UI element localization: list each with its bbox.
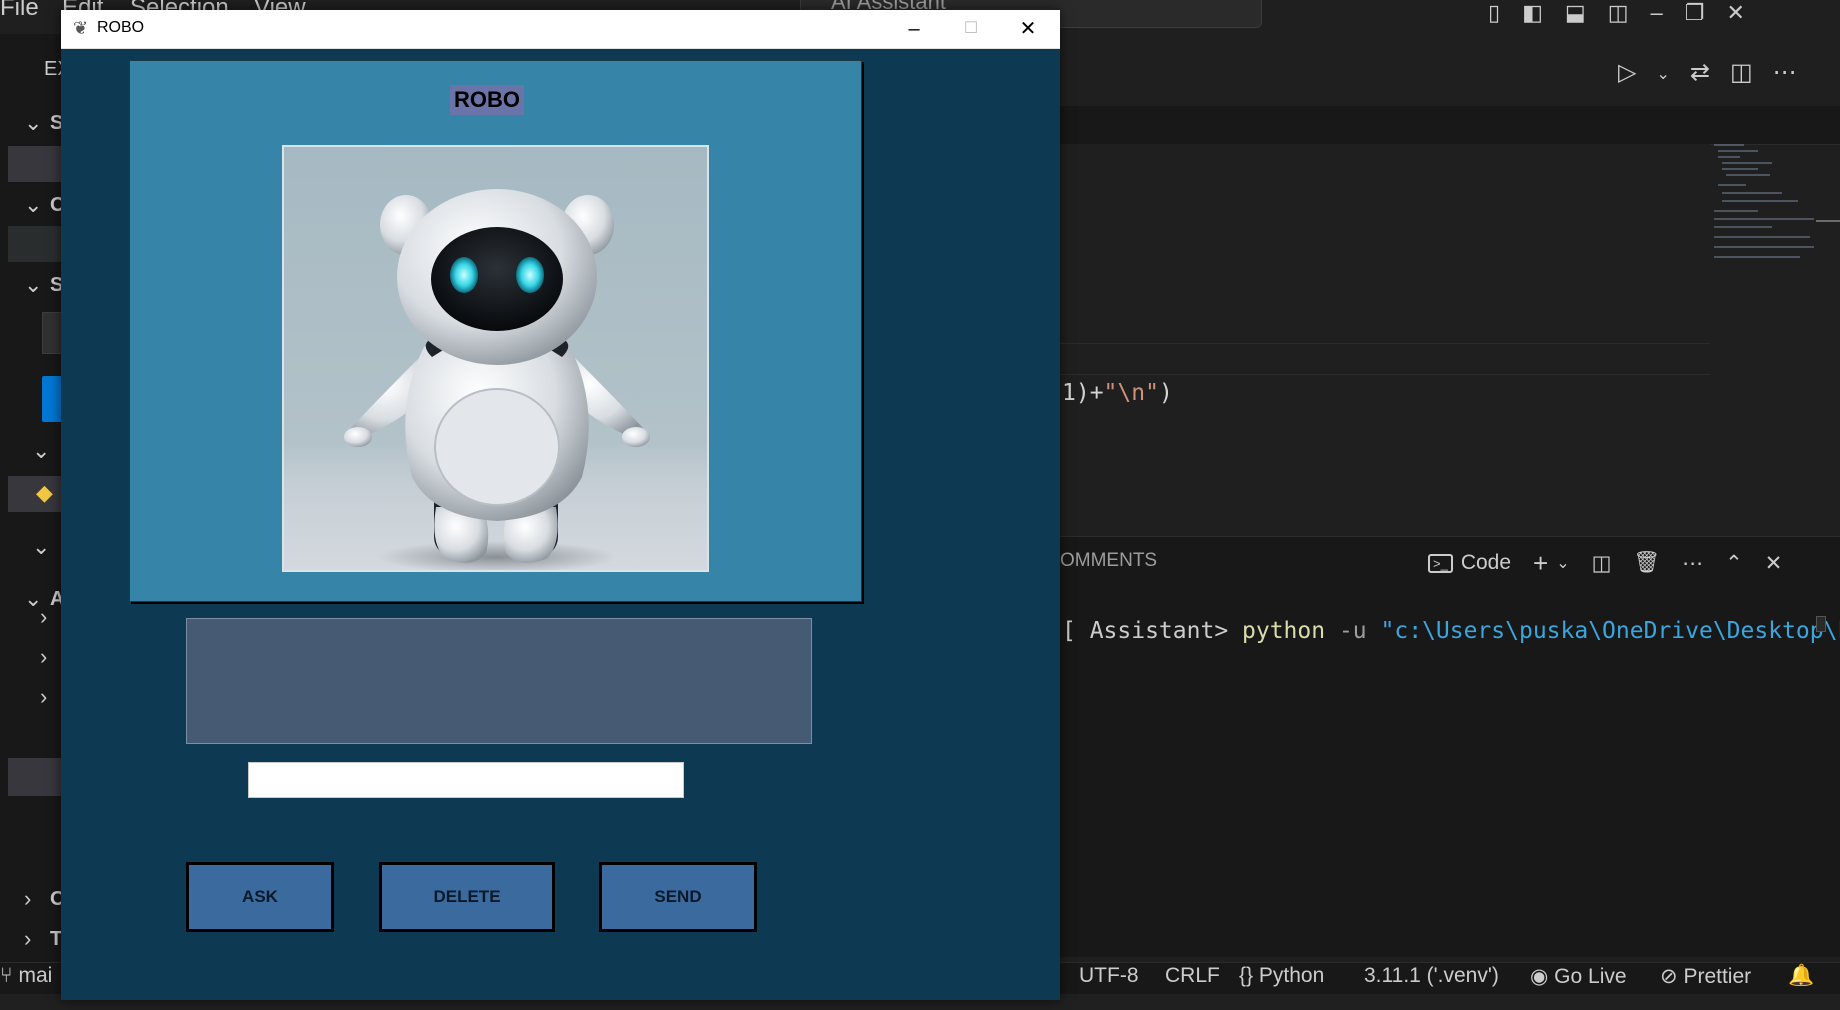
status-language[interactable]: {} Python [1239, 964, 1324, 988]
minimize-button[interactable]: – [891, 14, 937, 44]
panel-toolbar: >_ Code + ⌄ ◫ 🗑 ⋯ ⌃ ✕ [1428, 548, 1782, 578]
robo-window: ❦ ROBO – ☐ ✕ ROBO ASK DELETE SEND [61, 10, 1060, 1000]
code-text: 1)+ [1062, 380, 1104, 406]
terminal-profile-button[interactable]: >_ Code [1428, 551, 1511, 575]
feather-icon: ❦ [73, 18, 89, 38]
trash-icon[interactable]: 🗑 [1633, 551, 1660, 575]
bottom-panel [1060, 536, 1840, 957]
terminal-path: "c:\Users\puska\OneDrive\Desktop\Li [1380, 618, 1840, 644]
broadcast-icon: ◉ [1530, 965, 1549, 988]
delete-button-label: DELETE [433, 887, 501, 906]
chevron-down-icon[interactable]: ⌄ [32, 534, 50, 560]
selected-item[interactable] [8, 146, 68, 182]
python-file-icon: ◆ [36, 480, 53, 505]
editor-rule [1060, 374, 1710, 375]
braces-icon: {} [1239, 964, 1254, 987]
ask-button[interactable]: ASK [186, 862, 334, 932]
delete-button[interactable]: DELETE [379, 862, 555, 932]
chevron-down-icon[interactable]: ⌄ [24, 272, 42, 298]
terminal-icon: >_ [1428, 553, 1453, 573]
prohibited-icon: ⊘ [1660, 965, 1678, 988]
split-editor-icon[interactable]: ◫ [1730, 58, 1753, 87]
robot-image [282, 145, 709, 572]
send-button-label: SEND [654, 887, 702, 906]
chevron-right-icon[interactable]: › [40, 604, 47, 630]
terminal-profile-label: Code [1460, 551, 1512, 574]
editor-rule [1060, 343, 1710, 344]
scrollbar-marker[interactable] [1816, 220, 1840, 222]
chevron-right-icon[interactable]: › [24, 926, 31, 952]
run-icon[interactable]: ▷ [1618, 58, 1636, 87]
list-item[interactable]: ◆ [8, 476, 68, 512]
robo-titlebar[interactable]: ❦ ROBO – ☐ ✕ [61, 10, 1060, 49]
ask-button-label: ASK [242, 887, 278, 906]
chevron-right-icon[interactable]: › [40, 684, 47, 710]
split-terminal-icon[interactable]: ◫ [1592, 551, 1612, 576]
chevron-down-icon[interactable]: ⌄ [1556, 553, 1569, 573]
language-name: Python [1258, 964, 1325, 987]
golive-label: Go Live [1554, 965, 1627, 988]
status-encoding[interactable]: UTF-8 [1079, 964, 1139, 988]
robot-illustration [344, 189, 650, 570]
bell-icon[interactable]: 🔔 [1788, 964, 1814, 988]
close-icon[interactable]: ✕ [1726, 0, 1744, 34]
close-icon[interactable]: ✕ [1765, 551, 1783, 576]
terminal-command: python [1242, 618, 1326, 644]
terminal-scrollbar[interactable] [1816, 616, 1826, 632]
window-title: ROBO [97, 19, 145, 36]
robo-header-label: ROBO [450, 85, 524, 115]
sidebar-toggle-icon[interactable]: ◧ [1522, 0, 1543, 34]
status-golive[interactable]: ◉ Go Live [1530, 964, 1627, 989]
code-line: 1)+"\n") [1062, 380, 1173, 406]
list-item[interactable] [8, 226, 68, 262]
plus-icon[interactable]: + [1533, 548, 1548, 579]
response-display [186, 618, 812, 744]
code-close: ) [1158, 380, 1173, 406]
editor-actions: ▷ ⌄ ⇄ ◫ ⋯ [1618, 58, 1797, 87]
chevron-up-icon[interactable]: ⌃ [1725, 551, 1743, 576]
secondary-sidebar-icon[interactable]: ◫ [1608, 0, 1629, 34]
explorer-sidebar: EX ⌄ SC ⌄ O ⌄ SC ⌄ ◆ ⌄ ⌄ AI › › › › O › … [8, 34, 78, 984]
chevron-right-icon[interactable]: › [40, 644, 47, 670]
chevron-right-icon[interactable]: › [24, 886, 31, 912]
restore-icon[interactable]: ❐ [1685, 0, 1705, 34]
close-button[interactable]: ✕ [1005, 14, 1051, 44]
code-string: "\n" [1103, 380, 1159, 406]
maximize-button[interactable]: ☐ [948, 14, 994, 44]
terminal-flag: -u [1325, 618, 1381, 644]
terminal-prompt: [ Assistant> [1062, 618, 1243, 644]
more-icon[interactable]: ⋯ [1682, 551, 1703, 576]
chevron-down-icon[interactable]: ⌄ [24, 110, 42, 136]
status-branch[interactable]: ⑂ mai [0, 964, 52, 988]
status-prettier[interactable]: ⊘ Prettier [1660, 964, 1751, 989]
branch-name: mai [18, 964, 53, 987]
menu-file[interactable]: File [0, 0, 39, 22]
chevron-down-icon[interactable]: ⌄ [24, 192, 42, 218]
panel-toggle-icon[interactable]: ⬓ [1565, 0, 1586, 34]
editor-area[interactable] [1060, 144, 1710, 534]
chevron-down-icon[interactable]: ⌄ [1656, 58, 1669, 87]
minimap[interactable] [1712, 144, 1816, 274]
layout-controls: ▯ ◧ ⬓ ◫ – ❐ ✕ [1488, 0, 1745, 34]
activity-bar [0, 34, 8, 984]
panel-tab-comments[interactable]: OMMENTS [1060, 550, 1157, 572]
editor-tab-bar [1060, 106, 1840, 145]
send-button[interactable]: SEND [599, 862, 757, 932]
terminal-line: [ Assistant> python -u "c:\Users\puska\O… [1062, 618, 1840, 644]
minimize-icon[interactable]: – [1651, 0, 1663, 34]
status-interpreter[interactable]: 3.11.1 ('.venv') [1364, 964, 1499, 988]
list-item[interactable] [8, 758, 68, 796]
more-icon[interactable]: ⋯ [1773, 58, 1797, 87]
branch-icon: ⑂ [0, 964, 13, 987]
status-eol[interactable]: CRLF [1165, 964, 1220, 988]
prettier-label: Prettier [1683, 965, 1752, 988]
source-control-icon[interactable]: ⇄ [1690, 58, 1710, 87]
question-input[interactable] [248, 762, 684, 798]
chevron-down-icon[interactable]: ⌄ [32, 438, 50, 464]
layout-icon[interactable]: ▯ [1488, 0, 1500, 34]
